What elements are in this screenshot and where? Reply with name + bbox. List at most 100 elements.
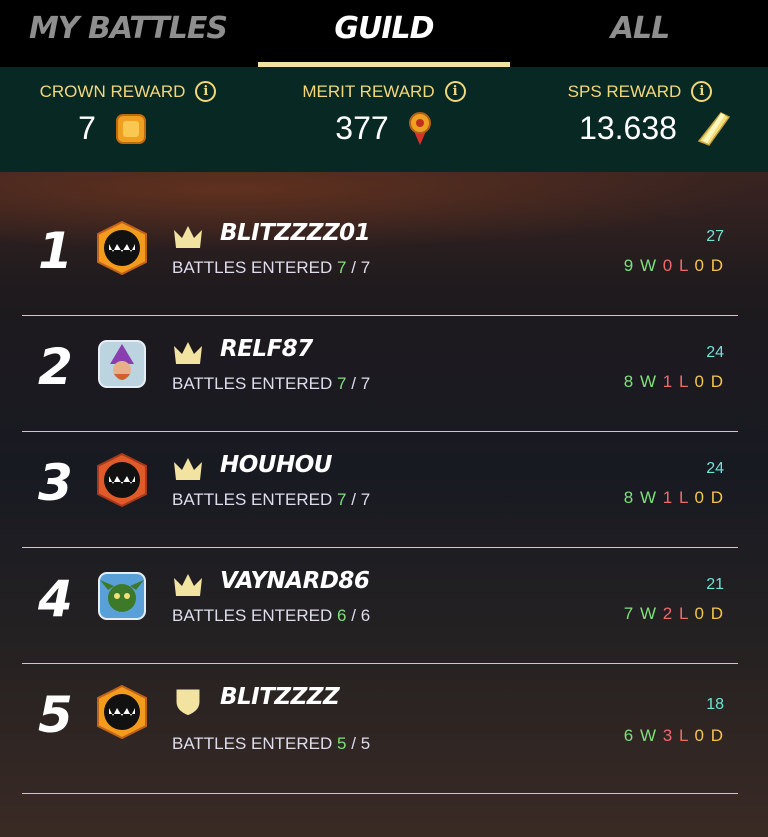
battles-entered: BATTLES ENTERED 7 / 7 xyxy=(172,374,370,394)
draws-label: D xyxy=(710,256,724,275)
list-item[interactable]: 4 VAYNARD86 BATTLES ENTERED 6 / 6 21 7 W… xyxy=(22,548,738,664)
player-name[interactable]: HOUHOU xyxy=(220,452,332,478)
draws-label: D xyxy=(710,488,724,507)
wins-label: W xyxy=(639,256,658,275)
battles-total: 7 xyxy=(360,258,371,277)
battles-total: 7 xyxy=(360,490,371,509)
list-item[interactable]: 5 BLITZZZZ BATTLES ENTERED 5 / 5 18 6 W … xyxy=(22,664,738,794)
losses-count: 1 xyxy=(662,488,674,507)
battles-entered-count: 5 xyxy=(337,734,347,753)
draws-count: 0 xyxy=(694,256,705,275)
battles-label: BATTLES ENTERED xyxy=(172,734,333,753)
crown-icon xyxy=(174,458,202,480)
merit-medal-icon xyxy=(408,111,431,145)
losses-count: 3 xyxy=(662,726,674,745)
reward-value: 377 xyxy=(335,110,389,146)
draws-label: D xyxy=(710,604,724,623)
merit-reward: MERIT REWARD i 377 xyxy=(256,67,512,172)
list-item[interactable]: 1 BLITZZZZ01 BATTLES ENTERED 7 / 7 27 9 … xyxy=(22,200,738,316)
battles-label: BATTLES ENTERED xyxy=(172,258,333,277)
reward-value: 13.638 xyxy=(579,110,677,146)
battles-entered-count: 6 xyxy=(337,606,347,625)
losses-count: 1 xyxy=(662,372,674,391)
player-name[interactable]: BLITZZZZ01 xyxy=(220,220,371,246)
tab-all[interactable]: ALL xyxy=(512,0,768,67)
score: 24 xyxy=(706,460,724,477)
tab-guild[interactable]: GUILD xyxy=(256,0,512,67)
wins-count: 9 xyxy=(623,256,635,275)
crown-icon xyxy=(174,574,202,596)
wins-label: W xyxy=(639,488,658,507)
losses-label: L xyxy=(678,726,689,745)
wins-count: 7 xyxy=(623,604,635,623)
tab-my-battles[interactable]: MY BATTLES xyxy=(0,0,256,67)
battles-entered: BATTLES ENTERED 7 / 7 xyxy=(172,258,370,278)
battles-separator: / xyxy=(351,374,356,393)
draws-label: D xyxy=(710,726,724,745)
win-loss-draw: 7 W 2 L 0 D xyxy=(624,604,724,624)
battles-entered-count: 7 xyxy=(337,374,347,393)
rank-number: 2 xyxy=(38,338,73,396)
reward-label: CROWN REWARD xyxy=(39,81,186,101)
goblin-avatar-icon xyxy=(98,572,146,620)
player-name[interactable]: RELF87 xyxy=(220,336,313,362)
crown-icon xyxy=(174,342,202,364)
win-loss-draw: 6 W 3 L 0 D xyxy=(624,726,724,746)
battles-separator: / xyxy=(351,490,356,509)
losses-label: L xyxy=(678,488,689,507)
win-loss-draw: 9 W 0 L 0 D xyxy=(624,256,724,276)
battles-entered: BATTLES ENTERED 7 / 7 xyxy=(172,490,370,510)
rank-number: 1 xyxy=(38,222,73,280)
draws-count: 0 xyxy=(694,604,705,623)
leaderboard-list: 1 BLITZZZZ01 BATTLES ENTERED 7 / 7 27 9 … xyxy=(0,172,768,837)
battles-separator: / xyxy=(351,258,356,277)
draws-count: 0 xyxy=(694,372,705,391)
losses-count: 2 xyxy=(662,604,674,623)
monster-avatar-icon xyxy=(97,452,147,508)
battles-total: 7 xyxy=(360,374,371,393)
crown-icon xyxy=(174,226,202,248)
battles-entered-count: 7 xyxy=(337,490,347,509)
crown-token-icon xyxy=(115,113,146,144)
info-icon[interactable]: i xyxy=(444,81,466,102)
info-icon[interactable]: i xyxy=(691,81,713,102)
reward-label: SPS REWARD xyxy=(567,81,682,101)
losses-count: 0 xyxy=(662,256,674,275)
wins-label: W xyxy=(639,726,658,745)
wins-count: 6 xyxy=(623,726,635,745)
wins-count: 8 xyxy=(623,372,635,391)
wins-count: 8 xyxy=(623,488,635,507)
battles-total: 6 xyxy=(360,606,371,625)
win-loss-draw: 8 W 1 L 0 D xyxy=(624,488,724,508)
rank-number: 3 xyxy=(38,454,73,512)
battles-entered: BATTLES ENTERED 5 / 5 xyxy=(172,734,370,754)
list-item[interactable]: 2 RELF87 BATTLES ENTERED 7 / 7 24 8 W 1 … xyxy=(22,316,738,432)
crown-reward: CROWN REWARD i 7 xyxy=(0,67,256,172)
sps-crystal-icon xyxy=(697,111,731,146)
battles-label: BATTLES ENTERED xyxy=(172,606,333,625)
reward-label: MERIT REWARD xyxy=(302,81,435,101)
reward-value: 7 xyxy=(78,110,96,146)
monster-avatar-icon xyxy=(97,684,147,740)
battles-entered: BATTLES ENTERED 6 / 6 xyxy=(172,606,370,626)
wins-label: W xyxy=(639,372,658,391)
score: 21 xyxy=(706,576,724,593)
draws-count: 0 xyxy=(694,488,705,507)
info-icon[interactable]: i xyxy=(195,81,217,102)
rewards-panel: CROWN REWARD i 7 MERIT REWARD i 377 SPS xyxy=(0,67,768,172)
win-loss-draw: 8 W 1 L 0 D xyxy=(624,372,724,392)
draws-count: 0 xyxy=(694,726,705,745)
sps-reward: SPS REWARD i 13.638 xyxy=(512,67,768,172)
rank-number: 5 xyxy=(38,686,73,744)
battles-entered-count: 7 xyxy=(337,258,347,277)
battles-label: BATTLES ENTERED xyxy=(172,374,333,393)
player-name[interactable]: BLITZZZZ xyxy=(220,684,340,710)
score: 24 xyxy=(706,344,724,361)
score: 18 xyxy=(706,696,724,713)
losses-label: L xyxy=(678,604,689,623)
draws-label: D xyxy=(710,372,724,391)
player-name[interactable]: VAYNARD86 xyxy=(220,568,370,594)
list-item[interactable]: 3 HOUHOU BATTLES ENTERED 7 / 7 24 8 W 1 … xyxy=(22,432,738,548)
losses-label: L xyxy=(678,372,689,391)
rank-number: 4 xyxy=(38,570,73,628)
